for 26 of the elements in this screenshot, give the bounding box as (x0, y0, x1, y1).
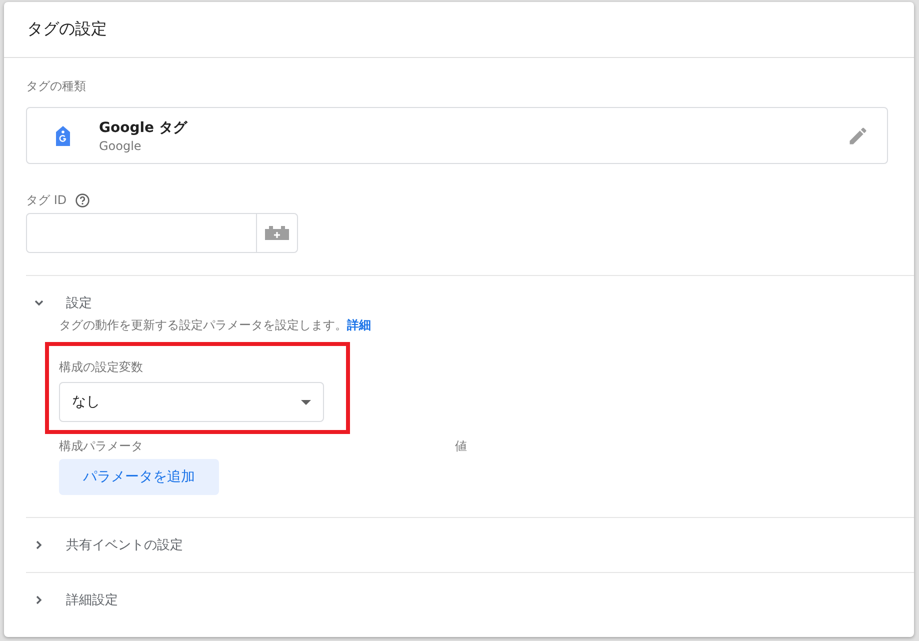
column-header: 値 (455, 438, 467, 455)
variable-icon (265, 226, 289, 240)
chevron-icon[interactable] (34, 595, 44, 605)
config-variable-dropdown[interactable]: なし (59, 382, 324, 422)
chevron-icon[interactable] (34, 540, 44, 550)
tag-type-card[interactable]: Google タグ Google (26, 107, 888, 164)
config-variable-label: 構成の設定変数 (59, 360, 143, 374)
edit-icon[interactable] (847, 124, 869, 146)
tag-type-vendor: Google (99, 138, 142, 152)
dropdown-value: なし (72, 393, 100, 411)
tag-id-label: タグ ID (26, 192, 67, 209)
help-icon[interactable] (74, 193, 90, 208)
tag-id-field[interactable] (26, 213, 298, 253)
learn-more-link[interactable]: 詳細 (347, 318, 371, 332)
section-description: タグの動作を更新する設定パラメータを設定します。詳細 (59, 317, 372, 334)
dropdown-caret-icon (301, 400, 311, 404)
chevron-icon[interactable] (34, 298, 44, 308)
section-title[interactable]: 共有イベントの設定 (66, 536, 183, 554)
add-parameter-button[interactable]: パラメータを追加 (59, 459, 219, 495)
tag-icon (56, 126, 70, 146)
section-title[interactable]: 設定 (66, 294, 92, 312)
card-title: タグの設定 (27, 19, 107, 40)
tag-type-label: タグの種類 (26, 78, 87, 95)
column-header: 構成パラメータ (59, 438, 143, 455)
tag-type-name: Google タグ (99, 118, 188, 136)
section-title[interactable]: 詳細設定 (66, 591, 118, 609)
